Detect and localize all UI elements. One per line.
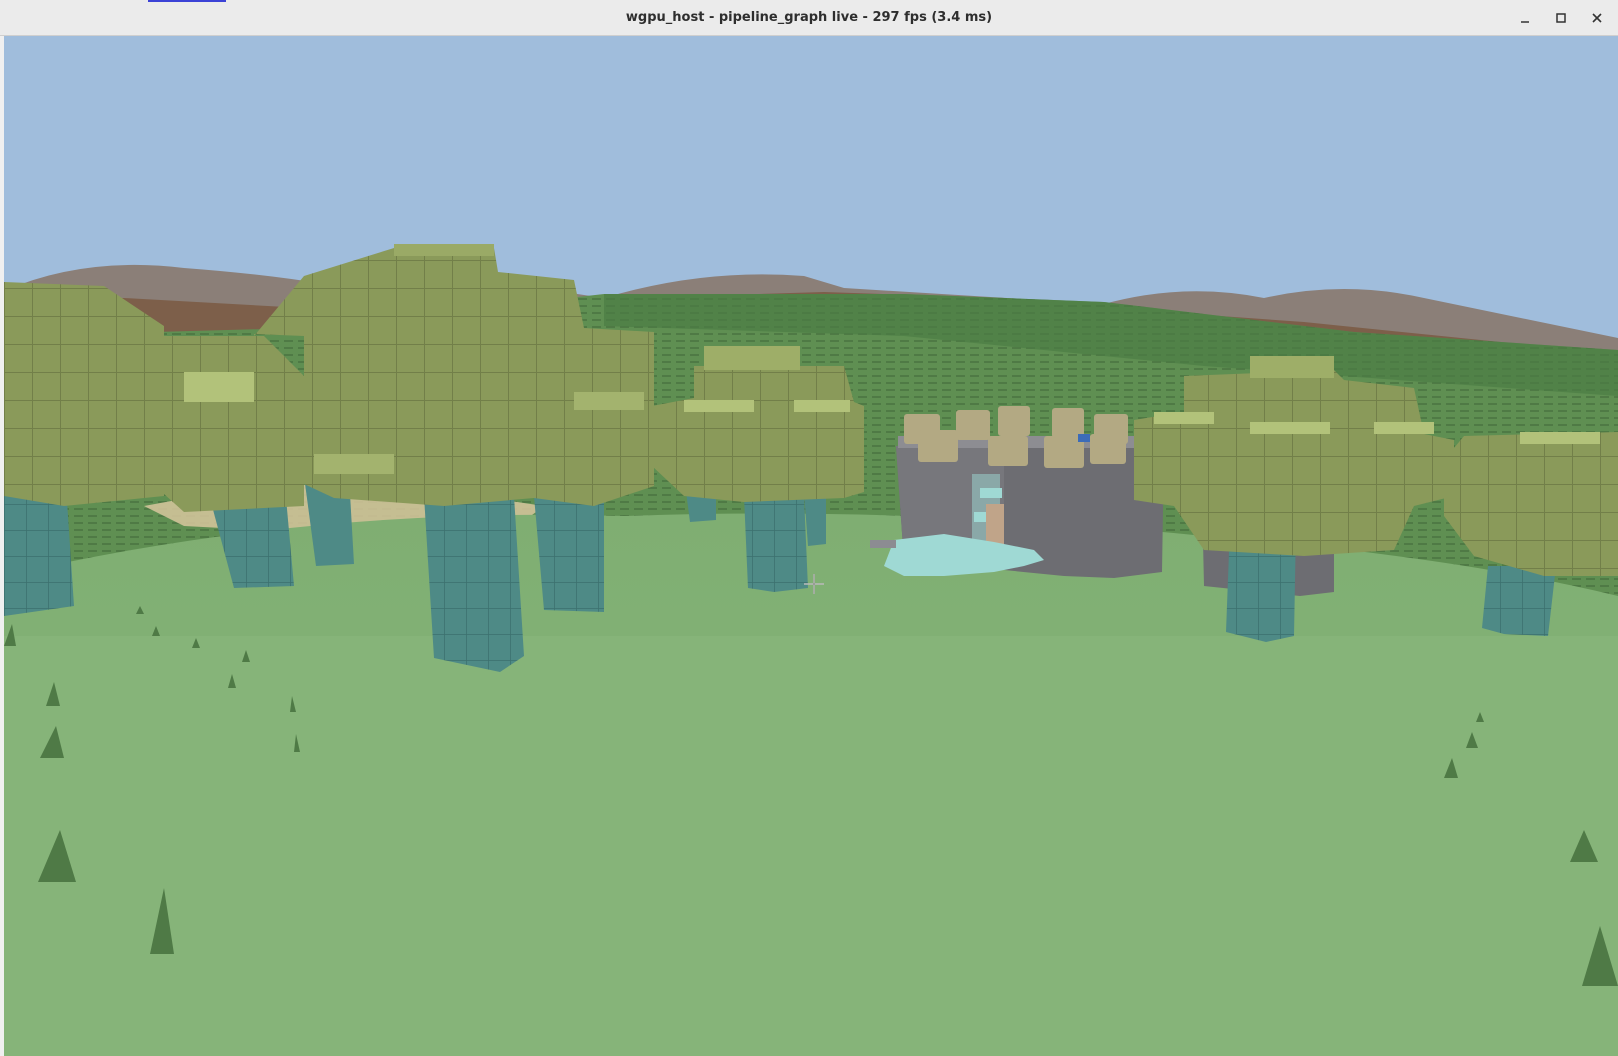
render-viewport[interactable] [4, 36, 1618, 1056]
maximize-button[interactable] [1550, 7, 1572, 29]
window-title: wgpu_host - pipeline_graph live - 297 fp… [625, 10, 993, 25]
close-icon [1592, 13, 1602, 23]
castle-tower [870, 406, 1164, 578]
minimize-icon [1521, 21, 1529, 23]
minimize-button[interactable] [1514, 7, 1536, 29]
title-bar[interactable]: wgpu_host - pipeline_graph live - 297 fp… [0, 0, 1618, 36]
close-button[interactable] [1586, 7, 1608, 29]
grass-lower [4, 636, 1618, 1056]
scene-canvas [4, 36, 1618, 1056]
app-window: wgpu_host - pipeline_graph live - 297 fp… [0, 0, 1618, 1056]
maximize-icon [1556, 13, 1566, 23]
